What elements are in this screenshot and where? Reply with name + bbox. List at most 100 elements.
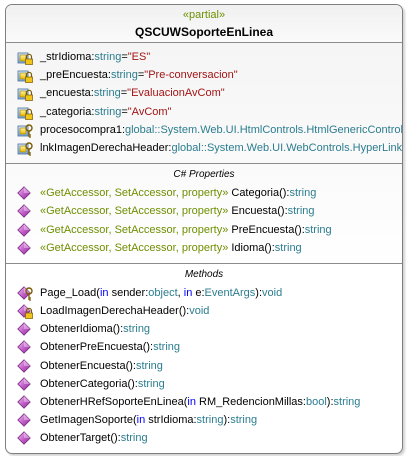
fields-section: _strIdioma:string="ES" _preEncuesta:strin… [6,43,402,165]
class-header: «partial» QSCUWSoporteEnLinea [6,5,402,43]
methods-section-title: Methods [184,268,224,280]
field-row[interactable]: _strIdioma:string="ES" [6,48,402,66]
uml-class-box[interactable]: «partial» QSCUWSoporteEnLinea _strIdioma… [5,4,403,454]
method-signature-text: ObtenerTarget(): [40,432,121,445]
method-row[interactable]: ObtenerIdioma():string [6,320,402,338]
private-field-icon [17,52,33,65]
type-name: object [148,286,178,299]
method-row[interactable]: ObtenerEncuesta():string [6,357,402,375]
private-field-icon [17,70,33,84]
type-name: string [123,323,151,336]
type-name: string [136,359,163,372]
class-name: QSCUWSoporteEnLinea [134,25,273,39]
field-row[interactable]: _categoria:string="AvCom" [6,103,402,121]
public-method-icon [17,413,31,427]
type-name: string [120,432,148,445]
method-signature-text: ObtenerEncuesta(): [40,359,136,372]
method-row[interactable]: ObtenerCategoria():string [6,375,402,393]
field-name: _categoria [40,105,92,118]
property-type: string [289,187,317,200]
field-name: _strIdioma [40,51,92,63]
private-method-icon [17,304,33,319]
type-name: string [153,341,181,354]
field-row[interactable]: _encuesta:string="EvaluacionAvCom" [6,84,402,102]
public-method-icon [17,395,31,409]
method-row[interactable]: ObtenerHRefSoporteEnLinea(in RM_Redencio… [6,393,402,411]
method-signature-text: RM_RedencionMillas: [195,396,306,408]
method-row[interactable]: GetImagenSoporte(in strIdioma:string):st… [6,411,402,429]
method-signature-text: sender: [108,286,149,299]
type-name: void [189,305,210,318]
method-signature-text: ObtenerIdioma(): [40,323,124,336]
property-stereotype: «GetAccessor, SetAccessor, property» [40,187,229,200]
method-row[interactable]: LoadImagenDerechaHeader():void [6,302,402,320]
property-row[interactable]: «GetAccessor, SetAccessor, property» Enc… [6,202,402,220]
type-name: string [196,414,224,427]
property-name: Idioma() [228,241,272,254]
property-type: string [274,241,302,254]
param-direction-keyword: in [136,414,146,427]
protected-field-icon [17,142,33,156]
properties-section-title: C# Properties [173,169,235,181]
field-row[interactable]: procesocompra1:global::System.Web.UI.Htm… [6,121,402,139]
field-default-value: "ES" [127,51,151,63]
property-stereotype: «GetAccessor, SetAccessor, property» [40,241,229,254]
field-name: _encuesta [40,87,91,100]
method-row[interactable]: ObtenerTarget():string [6,429,402,447]
field-row[interactable]: _preEncuesta:string="Pre-conversacion" [6,66,402,84]
protected-field-icon [17,124,33,138]
field-name: procesocompra1 [40,123,122,136]
private-field-icon [17,88,33,102]
public-method-icon [17,358,31,373]
field-name: lnkImagenDerechaHeader [40,141,169,154]
private-field-icon [17,107,33,120]
method-signature-text: strIdioma: [145,414,197,427]
public-method-icon [17,340,31,355]
properties-section: C# Properties «GetAccessor, SetAccessor,… [6,164,402,264]
field-type: string [93,87,121,100]
method-signature-text: ObtenerCategoria(): [40,377,138,390]
public-method-icon [17,240,31,255]
public-method-icon [17,322,31,337]
protected-method-icon [17,286,33,301]
field-default-value: "AvCom" [127,105,172,118]
method-signature-text: LoadImagenDerechaHeader(): [40,305,190,318]
field-row[interactable]: lnkImagenDerechaHeader:global::System.We… [6,139,402,157]
property-stereotype: «GetAccessor, SetAccessor, property» [40,223,229,236]
method-signature-text: ObtenerPreEncuesta(): [40,341,154,354]
type-name: string [333,396,361,408]
field-type: string [110,69,138,82]
property-name: Encuesta() [228,205,285,218]
property-type: string [287,205,315,218]
property-stereotype: «GetAccessor, SetAccessor, property» [40,205,229,218]
field-default-value: "Pre-conversacion" [144,69,238,82]
public-method-icon [17,186,31,200]
field-type: string [94,105,122,118]
param-direction-keyword: in [187,396,196,408]
method-row[interactable]: Page_Load(in sender:object, in e:EventAr… [6,284,402,302]
param-direction-keyword: in [99,286,109,299]
method-signature-text: Page_Load( [40,286,100,299]
class-stereotype: «partial» [182,9,226,21]
method-signature-text: GetImagenSoporte( [40,414,137,427]
property-name: Categoria() [228,187,287,200]
public-method-icon [17,204,31,219]
field-default-value: "EvaluacionAvCom" [127,87,225,100]
public-method-icon [17,377,31,391]
property-row[interactable]: «GetAccessor, SetAccessor, property» Idi… [6,239,402,257]
type-name: string [137,377,165,390]
method-signature-text: ): [326,396,334,408]
method-row[interactable]: ObtenerPreEncuesta():string [6,338,402,356]
field-name: _preEncuesta [40,69,108,82]
public-method-icon [17,222,31,237]
property-row[interactable]: «GetAccessor, SetAccessor, property» Cat… [6,184,402,202]
public-method-icon [17,431,31,446]
field-type: string [94,51,122,63]
property-row[interactable]: «GetAccessor, SetAccessor, property» Pre… [6,221,402,239]
methods-section: Methods Page_Load(in sender:object, in e… [6,264,402,453]
type-name: EventArgs [204,286,256,299]
method-signature-text: ObtenerHRefSoporteEnLinea( [40,396,188,408]
property-name: PreEncuesta() [228,223,302,236]
field-type: global::System.Web.UI.HtmlControls.HtmlG… [125,123,403,136]
type-name: void [262,286,283,299]
